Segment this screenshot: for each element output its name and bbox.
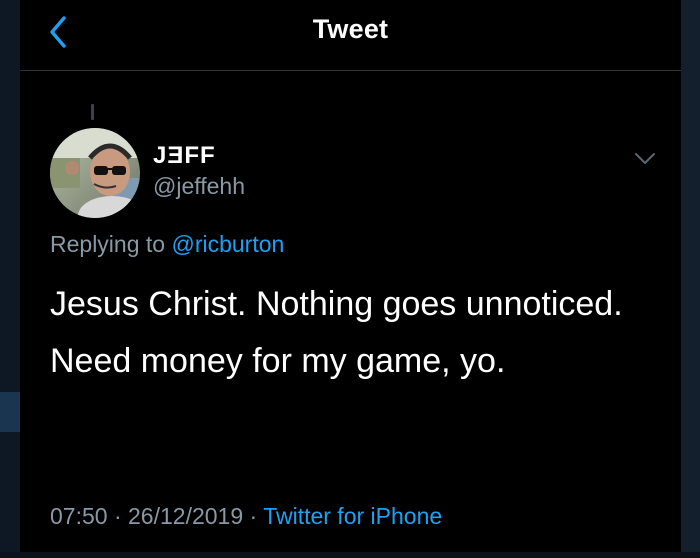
tweet-time: 07:50: [50, 503, 108, 529]
background-bottom-strip: [0, 552, 700, 558]
avatar[interactable]: [50, 128, 140, 218]
replying-to: Replying to @ricburton: [50, 231, 284, 258]
tweet-metadata: 07:50 · 26/12/2019 · Twitter for iPhone: [50, 503, 442, 530]
author-handle[interactable]: @jeffehh: [153, 173, 245, 200]
tweet-screen: Tweet JƎFF @jeffehh Replying to @ricburt…: [20, 0, 681, 552]
more-options-button[interactable]: [630, 146, 660, 172]
replying-to-label: Replying to: [50, 231, 166, 257]
background-highlight-band: [0, 392, 20, 432]
chevron-down-icon: [635, 153, 655, 164]
navigation-bar: Tweet: [20, 0, 681, 71]
tweet-source-link[interactable]: Twitter for iPhone: [263, 503, 442, 529]
tweet-date: 26/12/2019: [128, 503, 244, 529]
tweet-text: Jesus Christ. Nothing goes unnoticed. Ne…: [50, 285, 623, 380]
background-right-strip: [681, 0, 700, 558]
thread-connector-line: [91, 104, 94, 120]
background-left-strip: [0, 0, 20, 558]
avatar-photo: [50, 128, 140, 218]
author-name[interactable]: JƎFF: [153, 142, 216, 170]
meta-separator: ·: [113, 503, 122, 529]
replying-to-mention[interactable]: @ricburton: [171, 231, 284, 257]
page-title: Tweet: [312, 14, 389, 44]
meta-separator: ·: [249, 503, 258, 529]
